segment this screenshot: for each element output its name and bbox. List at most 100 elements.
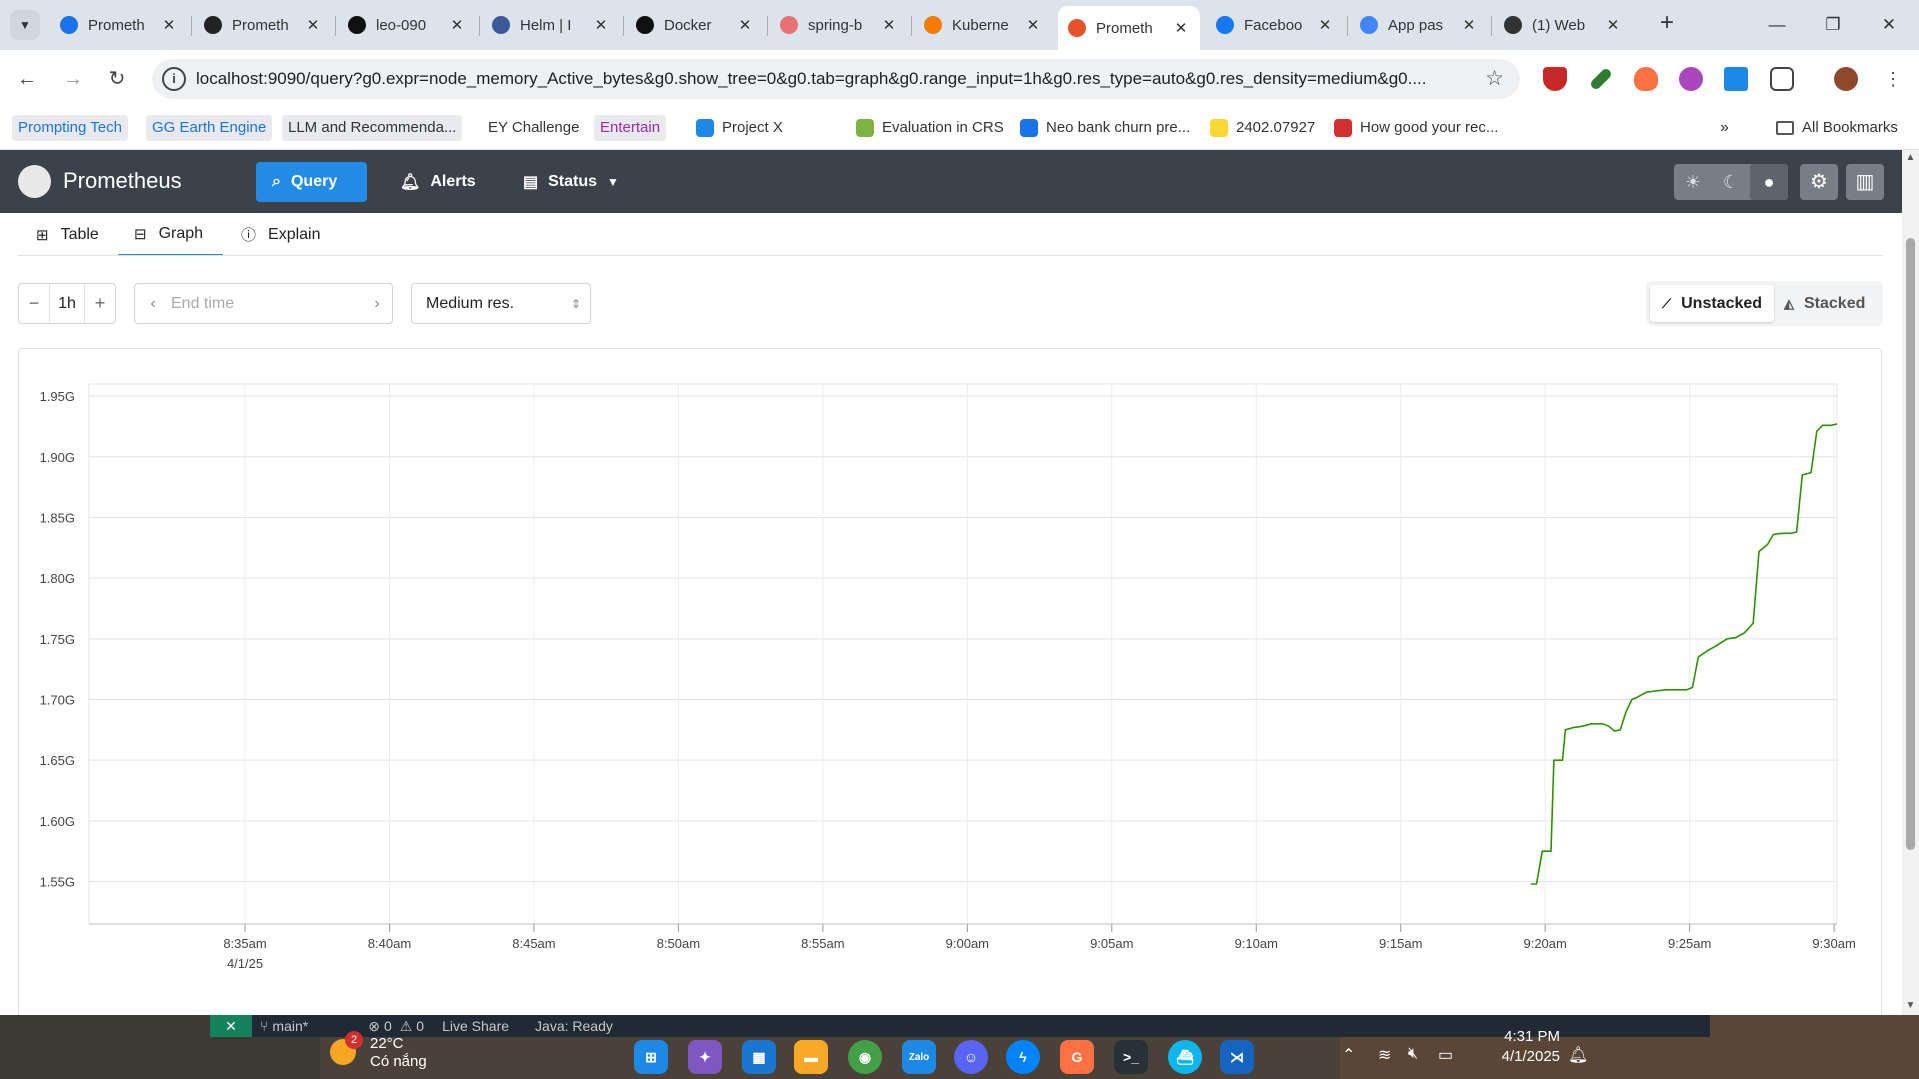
browser-tab[interactable]: Faceboo ✕ (1206, 6, 1344, 44)
minimize-icon[interactable]: — (1752, 6, 1802, 44)
resolution-select[interactable]: Medium res. ⇕ (411, 283, 591, 324)
docker-icon[interactable]: ⛴ (1168, 1040, 1202, 1074)
bookmark-item[interactable]: EY Challenge (482, 115, 585, 141)
bookmark-item[interactable]: How good your rec... (1328, 115, 1504, 141)
pen-blue-extension-icon[interactable] (1724, 67, 1748, 91)
file-explorer-icon[interactable]: ▬ (794, 1040, 828, 1074)
discord-icon[interactable]: ☺ (954, 1040, 988, 1074)
tab-close-icon[interactable]: ✕ (1604, 16, 1622, 34)
tab-close-icon[interactable]: ✕ (592, 16, 610, 34)
browser-tab[interactable]: Docker ✕ (626, 6, 764, 44)
warning-count[interactable]: 0 (416, 1018, 424, 1034)
kebab-menu-icon[interactable]: ⋮ (1876, 62, 1910, 96)
puzzle-extensions-icon[interactable] (1770, 67, 1794, 91)
browser-tab[interactable]: Kuberne ✕ (914, 6, 1052, 44)
shield-extension-icon[interactable] (1543, 67, 1567, 91)
scrollbar-thumb[interactable] (1906, 238, 1915, 850)
browser-tab[interactable]: spring-b ✕ (770, 6, 908, 44)
browser-tab[interactable]: (1) Web ✕ (1494, 6, 1632, 44)
address-bar[interactable]: i localhost:9090/query?g0.expr=node_memo… (152, 59, 1520, 99)
unstacked-option[interactable]: ⟋ Unstacked (1650, 285, 1775, 322)
tray-overflow-icon[interactable]: ⌃ (1342, 1045, 1355, 1065)
restore-icon[interactable]: ❐ (1808, 6, 1858, 44)
tab-close-icon[interactable]: ✕ (160, 16, 178, 34)
browser-tab[interactable]: Helm | I ✕ (482, 6, 620, 44)
messenger-icon[interactable]: ϟ (1006, 1040, 1040, 1074)
browser-tab[interactable]: Prometh ✕ (1058, 6, 1200, 50)
range-input[interactable]: 1h (49, 284, 85, 323)
reload-icon[interactable]: ↻ (100, 62, 134, 96)
chevron-right-icon[interactable]: › (362, 295, 392, 313)
bookmark-item[interactable]: Evaluation in CRS (850, 115, 1010, 141)
tab-close-icon[interactable]: ✕ (448, 16, 466, 34)
live-share[interactable]: Live Share (442, 1018, 509, 1034)
color-extension-icon[interactable] (1679, 67, 1703, 91)
browser-tab[interactable]: Prometh ✕ (194, 6, 332, 44)
bookmark-item[interactable]: Entertain (594, 115, 667, 141)
clock[interactable]: 4:31 PM 4/1/2025 (1470, 1027, 1560, 1067)
tab-close-icon[interactable]: ✕ (1024, 16, 1042, 34)
tab-close-icon[interactable]: ✕ (880, 16, 898, 34)
java-status[interactable]: Java: Ready (535, 1018, 613, 1034)
url-text[interactable]: localhost:9090/query?g0.expr=node_memory… (196, 69, 1466, 89)
pen-extension-icon[interactable] (1588, 66, 1614, 92)
bookmark-item[interactable]: Neo bank churn pre... (1014, 115, 1196, 141)
bookmark-item[interactable]: 2402.07927 (1204, 115, 1321, 141)
dark-theme-icon[interactable]: ☾ (1712, 164, 1750, 200)
zalo-icon[interactable]: Zalo (902, 1040, 936, 1074)
tab-close-icon[interactable]: ✕ (1460, 16, 1478, 34)
volume-muted-icon[interactable]: 🔇︎ (1408, 1045, 1418, 1063)
browser-tab[interactable]: Prometh ✕ (50, 6, 188, 44)
stacked-option[interactable]: ◭ Stacked (1772, 285, 1877, 322)
auto-theme-icon[interactable]: ● (1750, 164, 1788, 200)
close-window-icon[interactable]: ✕ (1864, 6, 1914, 44)
tab-close-icon[interactable]: ✕ (1172, 19, 1190, 37)
bookmark-star-icon[interactable]: ☆ (1485, 66, 1504, 91)
tab-close-icon[interactable]: ✕ (1316, 16, 1334, 34)
vertical-scrollbar[interactable]: ▲ ▼ (1902, 150, 1919, 1015)
profile-avatar[interactable] (1834, 67, 1858, 91)
copilot-icon[interactable]: ✦ (688, 1040, 722, 1074)
docs-book-icon[interactable]: ▥ (1846, 164, 1884, 200)
prometheus-logo-icon[interactable] (18, 165, 51, 198)
battery-icon[interactable]: ▭ (1438, 1045, 1453, 1065)
remote-icon[interactable]: ✕ (210, 1015, 252, 1037)
site-info-icon[interactable]: i (162, 67, 186, 91)
end-time-control[interactable]: ‹ End time › (134, 283, 393, 324)
terminal-icon[interactable]: >_ (1114, 1040, 1148, 1074)
increase-range-button[interactable]: + (85, 293, 115, 314)
forward-icon[interactable]: → (56, 62, 90, 96)
error-count[interactable]: 0 (384, 1018, 392, 1034)
nav-alerts[interactable]: 🔔︎ Alerts (384, 162, 492, 202)
all-bookmarks[interactable]: All Bookmarks (1770, 115, 1904, 141)
tab-search-button[interactable]: ▼ (10, 10, 40, 40)
vscode-icon[interactable]: ⋊ (1220, 1040, 1254, 1074)
scroll-up-icon[interactable]: ▲ (1904, 152, 1917, 163)
notification-icon[interactable]: 🔔︎ (1568, 1045, 1588, 1065)
new-tab-button[interactable]: + (1651, 8, 1683, 40)
bookmark-item[interactable]: Prompting Tech (12, 115, 128, 141)
fire-extension-icon[interactable] (1634, 67, 1658, 91)
browser-tab[interactable]: App pas ✕ (1350, 6, 1488, 44)
more-bookmarks-icon[interactable]: » (1714, 115, 1735, 141)
nav-query[interactable]: ⌕ Query (256, 162, 367, 202)
bookmark-item[interactable]: GG Earth Engine (146, 115, 273, 141)
scroll-down-icon[interactable]: ▼ (1904, 1000, 1917, 1011)
settings-gear-icon[interactable]: ⚙ (1800, 164, 1838, 200)
tab-explain[interactable]: ⓘ Explain (225, 213, 337, 256)
pdf-app-icon[interactable]: G (1060, 1040, 1094, 1074)
decrease-range-button[interactable]: − (19, 293, 49, 314)
chevron-left-icon[interactable]: ‹ (135, 295, 171, 313)
browser-tab[interactable]: leo-090 ✕ (338, 6, 476, 44)
tab-close-icon[interactable]: ✕ (736, 16, 754, 34)
brand-title[interactable]: Prometheus (63, 168, 182, 194)
store-icon[interactable]: ▦ (742, 1040, 776, 1074)
tab-table[interactable]: ⊞ Table (20, 213, 115, 256)
bookmark-item[interactable]: LLM and Recommenda... (282, 115, 463, 141)
git-branch-label[interactable]: main* (272, 1018, 308, 1034)
nav-status[interactable]: ▤ Status ▼ (507, 162, 635, 202)
memory-chart[interactable]: 1.55G 1.60G 1.65G 1.70G 1.75G 1.80G 1.85G 1.90G… (19, 349, 1881, 1015)
tab-close-icon[interactable]: ✕ (304, 16, 322, 34)
wifi-icon[interactable]: ≋ (1378, 1045, 1391, 1065)
bookmark-item[interactable]: Project X (690, 115, 789, 141)
